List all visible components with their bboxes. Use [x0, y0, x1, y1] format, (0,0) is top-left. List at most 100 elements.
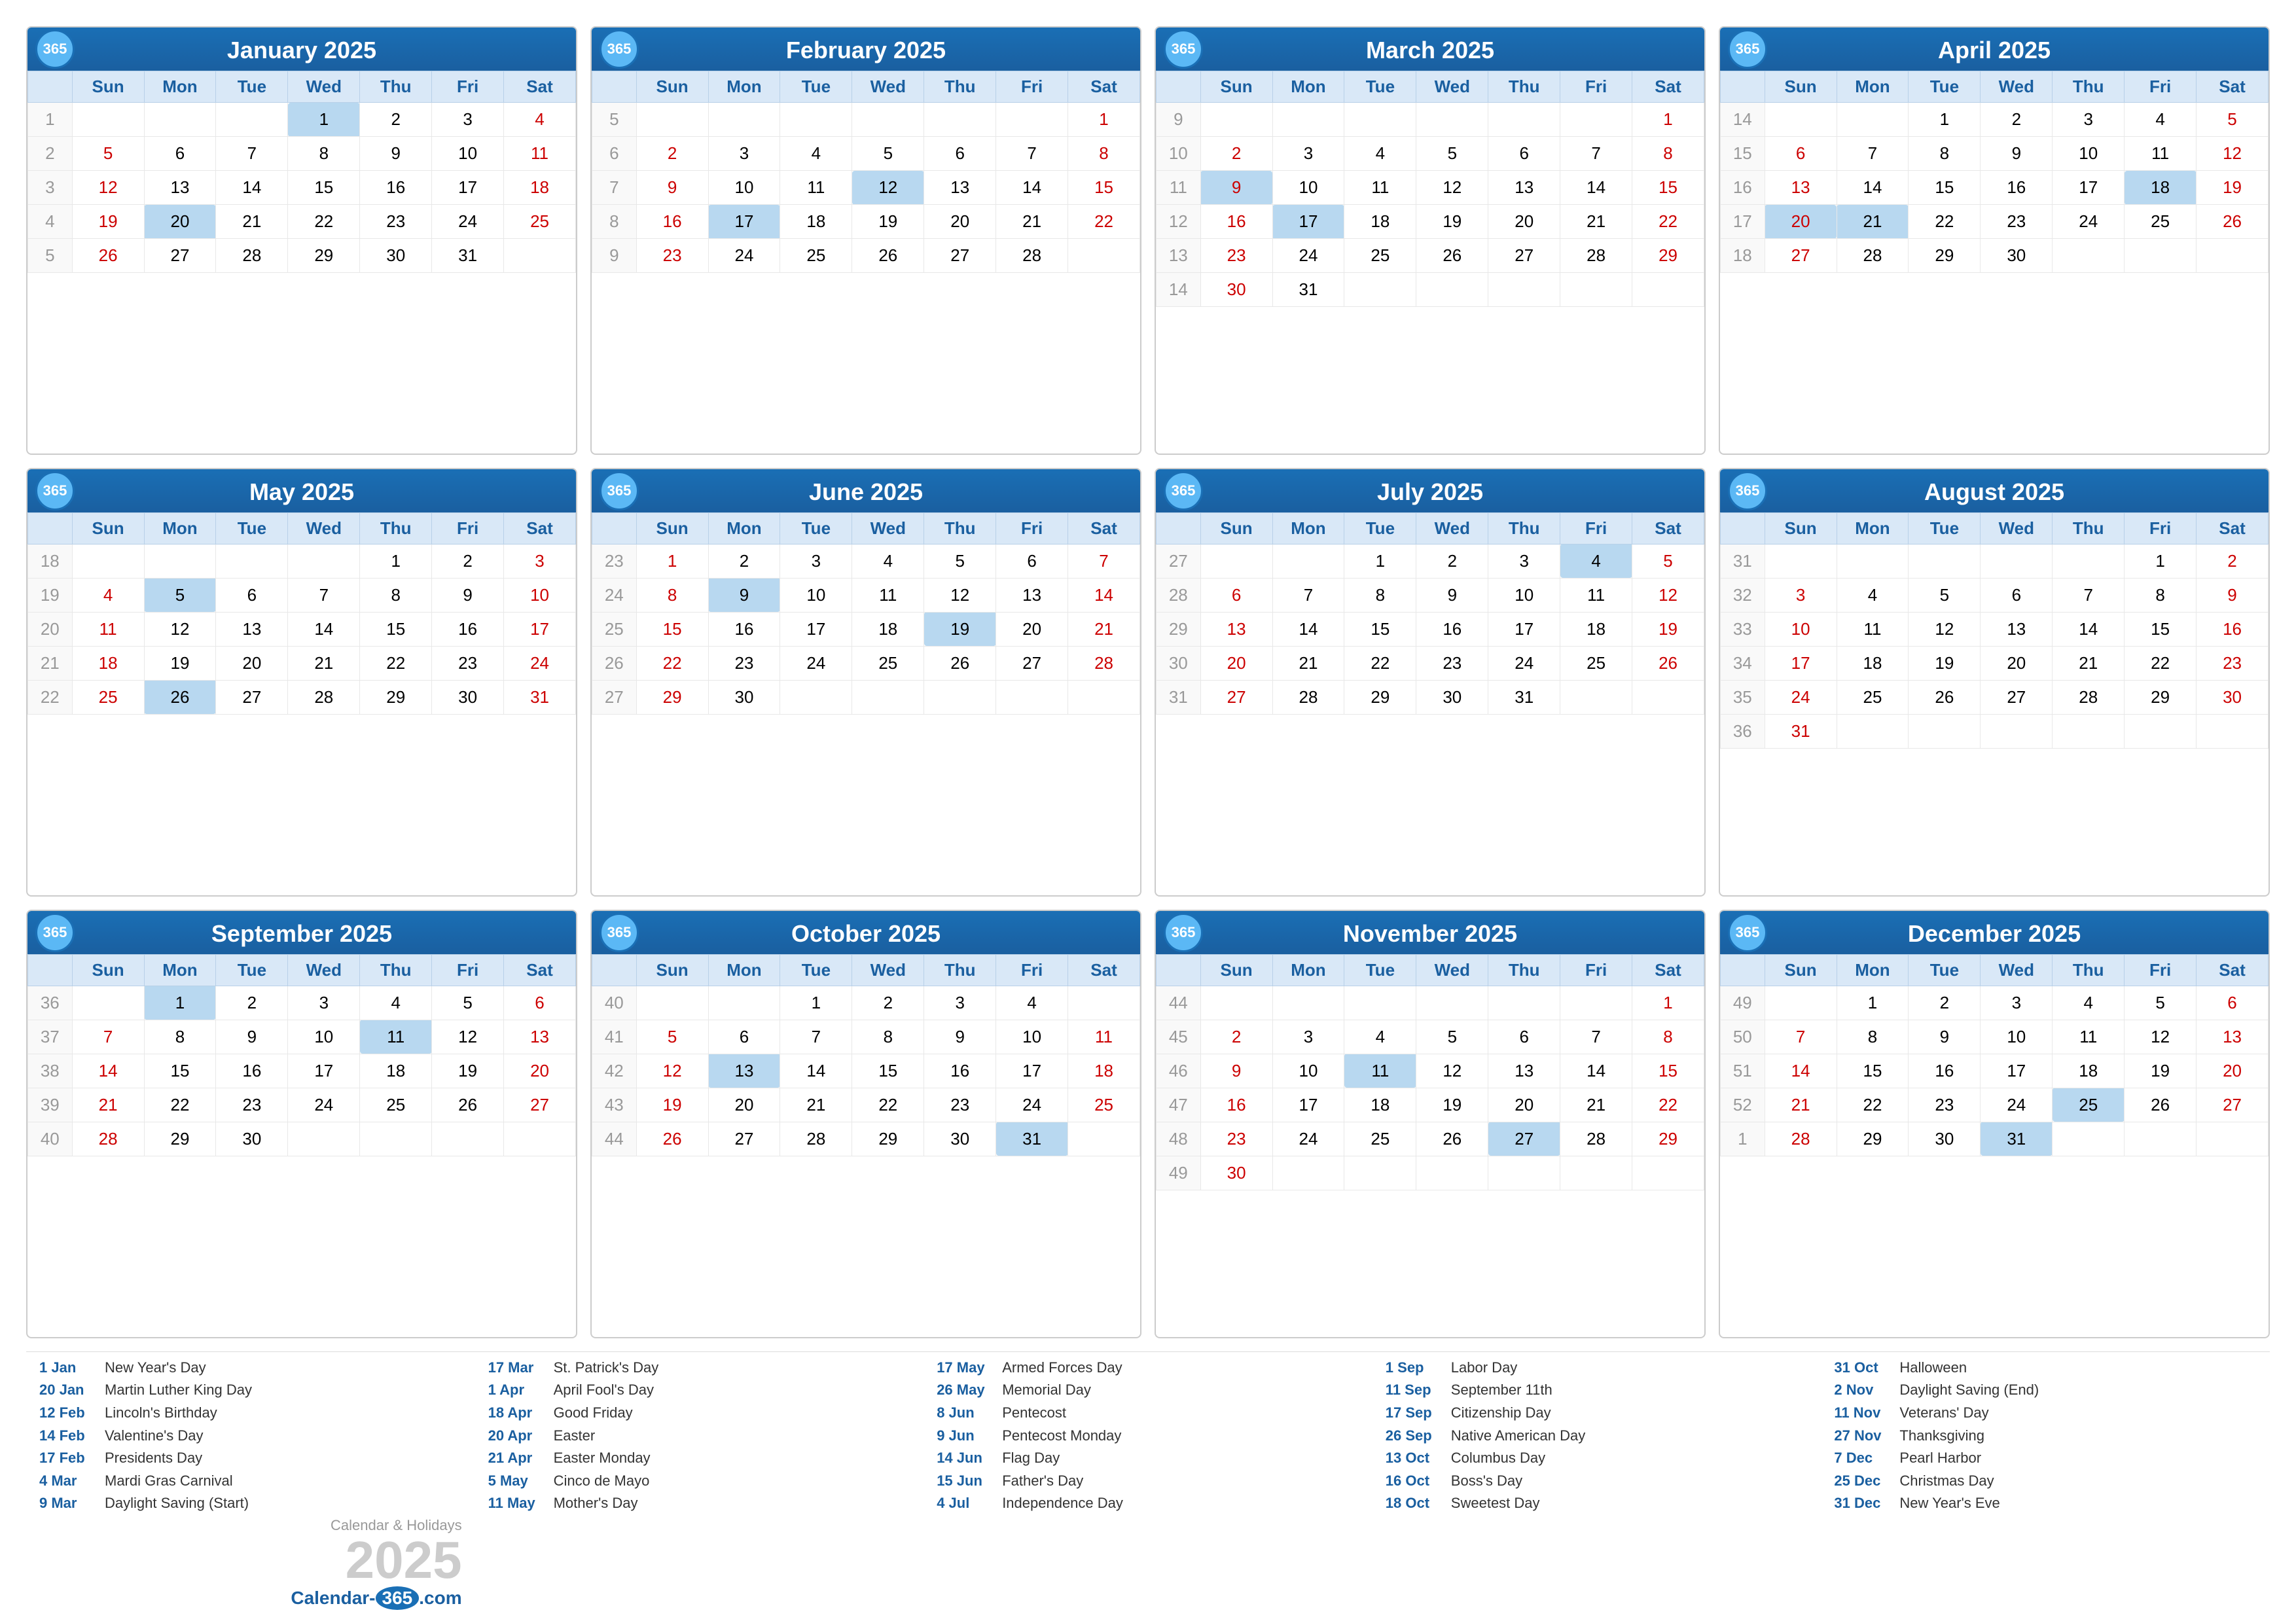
holiday-name: April Fool's Day [554, 1381, 654, 1400]
day-cell [1765, 986, 1837, 1020]
day-header-wed: Wed [1981, 71, 2053, 103]
day-cell: 29 [2125, 680, 2197, 714]
day-cell [144, 103, 216, 137]
week-number: 31 [1157, 680, 1201, 714]
day-cell: 13 [708, 1054, 780, 1088]
day-header-fri: Fri [432, 512, 504, 544]
day-cell: 21 [2053, 646, 2125, 680]
day-cell: 11 [2125, 137, 2197, 171]
holiday-item: 31 DecNew Year's Eve [1834, 1494, 2257, 1513]
holiday-item: 27 NovThanksgiving [1834, 1427, 2257, 1446]
day-cell [1068, 986, 1140, 1020]
week-number: 13 [1157, 239, 1201, 273]
day-cell: 17 [780, 612, 852, 646]
day-cell: 2 [636, 137, 708, 171]
day-header-mon: Mon [144, 512, 216, 544]
day-cell: 18 [72, 646, 144, 680]
month-card-july: 365July 2025SunMonTueWedThuFriSat2712345… [1155, 468, 1706, 897]
day-cell: 25 [1560, 646, 1632, 680]
day-header-sun: Sun [1765, 71, 1837, 103]
day-cell [1488, 103, 1560, 137]
day-cell: 30 [1200, 273, 1272, 307]
day-cell: 20 [144, 205, 216, 239]
day-cell: 20 [504, 1054, 576, 1088]
day-cell: 16 [1416, 612, 1488, 646]
day-cell: 9 [708, 578, 780, 612]
day-cell: 22 [1068, 205, 1140, 239]
month-card-february: 365February 2025SunMonTueWedThuFriSat516… [590, 26, 1141, 455]
day-cell [1344, 273, 1416, 307]
week-number: 24 [592, 578, 637, 612]
calendar-table-october: SunMonTueWedThuFriSat4012344156789101142… [592, 954, 1140, 1156]
day-cell [1765, 103, 1837, 137]
day-cell: 8 [852, 1020, 924, 1054]
week-number: 28 [1157, 578, 1201, 612]
day-cell: 20 [1488, 1088, 1560, 1122]
calendar-table-june: SunMonTueWedThuFriSat2312345672489101112… [592, 512, 1140, 715]
day-header-mon: Mon [1837, 512, 1909, 544]
day-header-mon: Mon [144, 71, 216, 103]
day-cell: 14 [1272, 612, 1344, 646]
day-cell: 18 [1837, 646, 1909, 680]
day-cell: 4 [360, 986, 432, 1020]
branding-column: Calendar & Holidays2025Calendar-365.com [26, 1517, 475, 1610]
day-cell: 4 [780, 137, 852, 171]
day-cell: 4 [2053, 986, 2125, 1020]
day-cell: 3 [1272, 137, 1344, 171]
day-cell: 23 [1416, 646, 1488, 680]
day-cell: 25 [852, 646, 924, 680]
day-cell: 4 [1344, 137, 1416, 171]
day-cell: 22 [360, 646, 432, 680]
week-number: 49 [1721, 986, 1765, 1020]
day-cell: 24 [1488, 646, 1560, 680]
day-cell: 31 [1272, 273, 1344, 307]
day-cell: 27 [144, 239, 216, 273]
day-header-tue: Tue [780, 512, 852, 544]
week-header [1157, 954, 1201, 986]
holiday-date: 17 Mar [488, 1359, 547, 1378]
holiday-date: 11 May [488, 1494, 547, 1513]
holiday-name: Columbus Day [1451, 1449, 1545, 1468]
holiday-name: Veterans' Day [1899, 1404, 1988, 1423]
week-number: 45 [1157, 1020, 1201, 1054]
day-header-tue: Tue [216, 512, 288, 544]
day-cell: 15 [1837, 1054, 1909, 1088]
day-cell: 9 [432, 578, 504, 612]
month-title-july: July 2025 [1377, 478, 1483, 506]
day-cell: 28 [216, 239, 288, 273]
holiday-date: 17 May [937, 1359, 996, 1378]
day-cell: 4 [996, 986, 1068, 1020]
calendar-table-may: SunMonTueWedThuFriSat1812319456789102011… [27, 512, 576, 715]
holiday-item: 14 FebValentine's Day [39, 1427, 462, 1446]
day-cell [2125, 239, 2197, 273]
day-cell: 1 [1909, 103, 1981, 137]
day-cell: 17 [504, 612, 576, 646]
day-cell: 27 [924, 239, 996, 273]
day-cell: 5 [2125, 986, 2197, 1020]
day-cell: 16 [216, 1054, 288, 1088]
day-cell: 10 [288, 1020, 360, 1054]
day-cell [1416, 273, 1488, 307]
day-cell: 30 [1909, 1122, 1981, 1156]
day-cell: 16 [708, 612, 780, 646]
day-cell: 20 [1981, 646, 2053, 680]
calendar-table-november: SunMonTueWedThuFriSat4414523456784691011… [1156, 954, 1704, 1190]
holiday-date: 20 Jan [39, 1381, 98, 1400]
day-cell [2053, 714, 2125, 748]
day-cell: 28 [1837, 239, 1909, 273]
day-cell: 7 [780, 1020, 852, 1054]
day-header-thu: Thu [1488, 954, 1560, 986]
day-cell: 6 [996, 544, 1068, 578]
day-cell: 13 [1200, 612, 1272, 646]
day-cell: 20 [216, 646, 288, 680]
day-cell: 21 [216, 205, 288, 239]
day-cell: 5 [144, 578, 216, 612]
week-number: 1 [28, 103, 73, 137]
week-number: 15 [1721, 137, 1765, 171]
badge-365: 365 [1164, 471, 1203, 510]
holiday-date: 26 May [937, 1381, 996, 1400]
week-number: 6 [592, 137, 637, 171]
holiday-date: 1 Apr [488, 1381, 547, 1400]
day-cell: 16 [1200, 205, 1272, 239]
day-cell: 18 [1068, 1054, 1140, 1088]
